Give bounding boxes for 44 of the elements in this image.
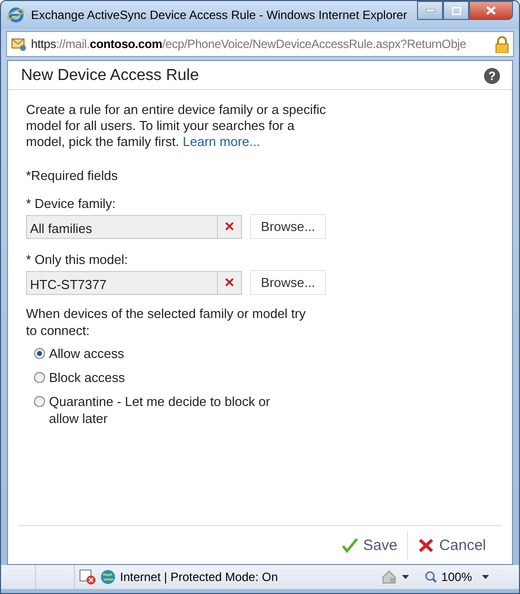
cross-icon	[418, 538, 434, 552]
required-note: *Required fields	[26, 168, 119, 183]
browser-logo-icon	[7, 6, 25, 24]
close-icon	[486, 6, 496, 15]
address-bar[interactable]: https://mail.contoso.com/ecp/PhoneVoice/NewDeviceAccessRule.aspx?ReturnObje	[6, 31, 514, 57]
field-label: * Only this model:	[26, 252, 129, 267]
browse-button[interactable]: Browse...	[250, 270, 326, 295]
clear-button[interactable]: ✕	[218, 214, 242, 238]
dialog-title: New Device Access Rule	[21, 67, 199, 85]
input-field[interactable]: HTC-ST7377	[26, 270, 218, 294]
option-label: Quarantine - Let me decide to block or allow later	[49, 393, 272, 427]
radio-button[interactable]	[34, 396, 45, 407]
house-lock-icon	[382, 570, 398, 584]
save-button[interactable]: Save	[340, 536, 400, 554]
learn-more-link[interactable]: Learn more...	[182, 134, 260, 149]
radio-button[interactable]	[34, 348, 45, 359]
browse-button[interactable]: Browse...	[250, 214, 326, 239]
maximize-icon	[452, 6, 460, 14]
question-text: When devices of the selected family or model try to connect:	[26, 305, 307, 339]
close-button[interactable]	[469, 1, 513, 20]
input-field[interactable]: All families	[26, 214, 218, 238]
field-label: * Device family:	[26, 196, 117, 211]
clear-button[interactable]: ✕	[218, 270, 242, 294]
page-icon	[11, 36, 27, 52]
url-text: https://mail.contoso.com/ecp/PhoneVoice/NewDeviceAccessRule.aspx?ReturnObje	[31, 37, 468, 51]
blocked-page-icon	[79, 569, 96, 585]
radio-button[interactable]	[34, 372, 45, 383]
lock-icon	[495, 36, 509, 52]
option-label: Allow access	[49, 345, 126, 362]
security-zone-text: Internet | Protected Mode: On	[120, 570, 278, 584]
maximize-button[interactable]	[443, 1, 469, 20]
zoom-button[interactable]: 100%	[419, 570, 478, 584]
checkmark-icon	[342, 538, 358, 552]
globe-icon	[100, 569, 116, 585]
minimize-icon	[426, 9, 434, 12]
magnifier-icon	[425, 571, 438, 583]
intro-text: Create a rule for an entire device family or a specific model for all users. To limit your searches for a model, pick the family first. Learn more...	[26, 102, 327, 150]
option-label: Block access	[49, 369, 126, 386]
window-title: Exchange ActiveSync Device Access Rule - Windows Internet Explorer	[31, 8, 408, 22]
cancel-button[interactable]: Cancel	[416, 536, 488, 554]
caret-icon	[482, 575, 489, 579]
minimize-button[interactable]	[417, 1, 443, 20]
caret-icon	[402, 575, 410, 579]
help-button[interactable]: ?	[484, 68, 500, 84]
